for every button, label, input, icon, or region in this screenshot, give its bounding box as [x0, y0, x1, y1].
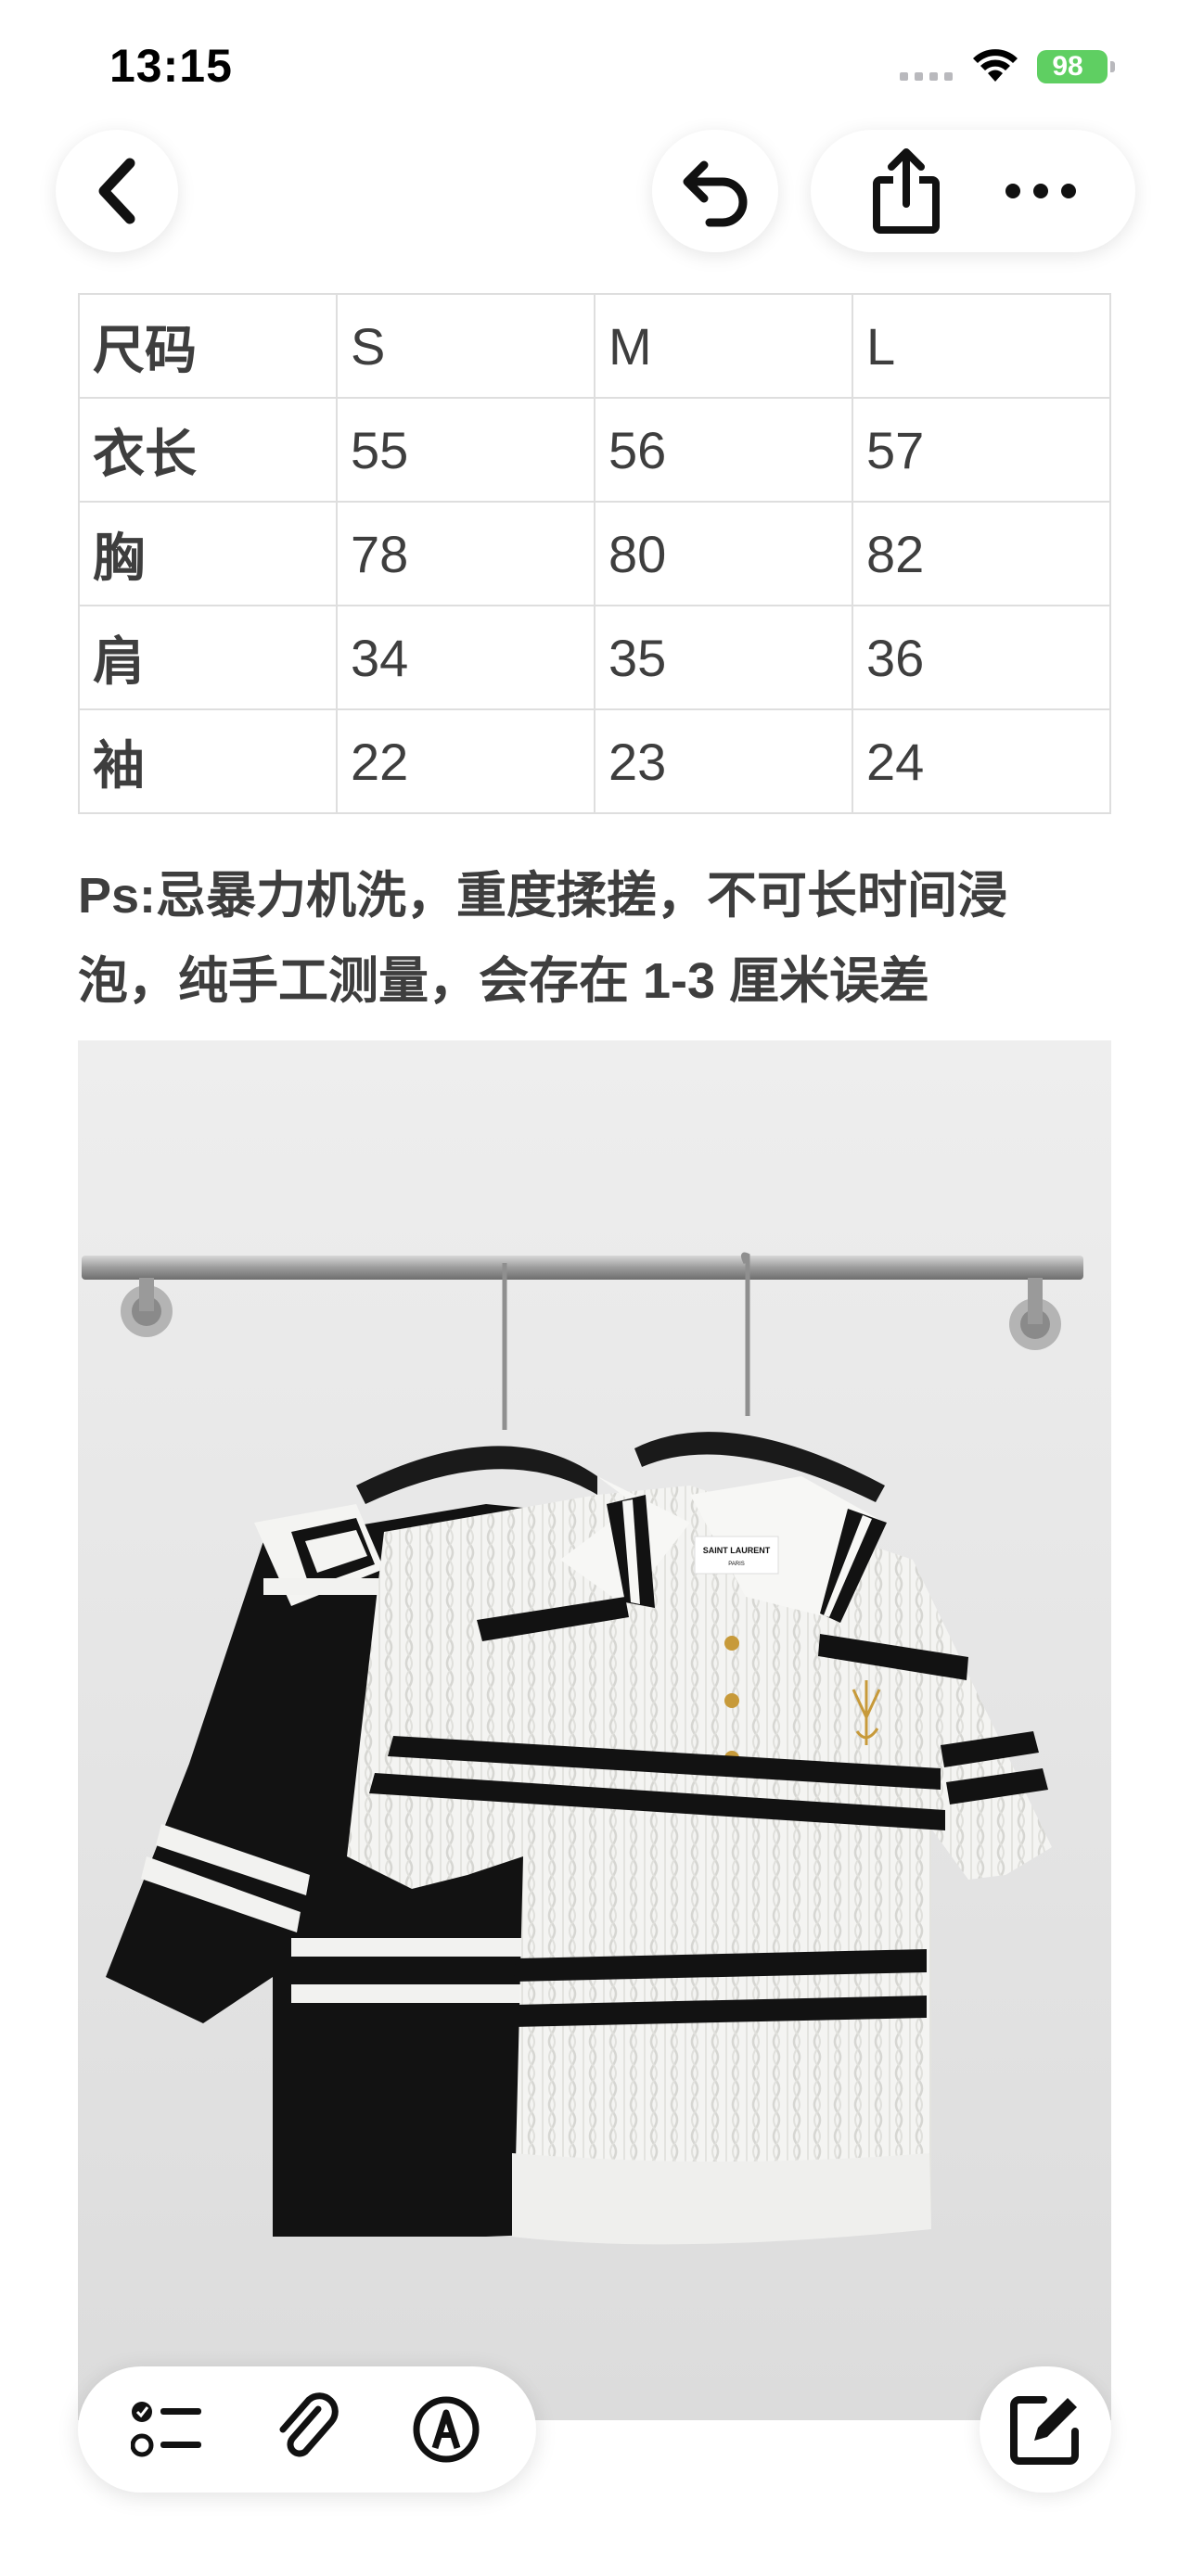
battery-level: 98	[1052, 51, 1083, 82]
care-note-line: 泡，纯手工测量，会存在 1-3 厘米误差	[78, 953, 930, 1009]
table-cell: S	[336, 293, 596, 399]
battery-icon: 98	[1037, 50, 1115, 83]
chevron-left-icon	[98, 158, 135, 224]
compose-icon	[1010, 2396, 1079, 2465]
table-row: 衣长 55 56 57	[78, 397, 1111, 503]
paperclip-icon	[279, 2392, 339, 2457]
table-row: 肩 34 35 36	[78, 605, 1111, 710]
table-cell: 56	[594, 397, 853, 503]
table-cell: 78	[336, 501, 596, 606]
table-cell: 22	[336, 708, 596, 814]
table-row: 胸 78 80 82	[78, 501, 1111, 606]
table-cell: 衣长	[78, 397, 338, 503]
more-icon	[1005, 184, 1076, 198]
bottom-toolbar	[78, 2366, 536, 2493]
status-time: 13:15	[109, 40, 233, 92]
table-cell: 55	[336, 397, 596, 503]
table-cell: 35	[594, 605, 853, 710]
table-cell: 36	[852, 605, 1111, 710]
checklist-button[interactable]	[126, 2388, 210, 2471]
table-cell: 24	[852, 708, 1111, 814]
share-button[interactable]	[864, 148, 948, 234]
table-cell: 胸	[78, 501, 338, 606]
back-button[interactable]	[56, 130, 178, 252]
markup-pen-icon	[413, 2396, 480, 2463]
top-navigation	[0, 130, 1191, 256]
compose-button[interactable]	[980, 2366, 1111, 2493]
table-row: 袖 22 23 24	[78, 708, 1111, 814]
attach-button[interactable]	[265, 2388, 349, 2471]
table-cell: 袖	[78, 708, 338, 814]
neck-label-brand: SAINT LAURENT	[703, 1546, 771, 1555]
wifi-icon	[973, 49, 1018, 82]
table-cell: M	[594, 293, 853, 399]
more-button[interactable]	[999, 149, 1082, 233]
table-row: 尺码 S M L	[78, 293, 1111, 399]
undo-button[interactable]	[652, 130, 778, 252]
table-cell: 80	[594, 501, 853, 606]
neck-label-city: PARIS	[728, 1562, 745, 1567]
table-cell: 34	[336, 605, 596, 710]
table-cell: 82	[852, 501, 1111, 606]
care-note: Ps:忌暴力机洗，重度揉搓，不可长时间浸 泡，纯手工测量，会存在 1-3 厘米误…	[78, 853, 1126, 1024]
polo-shirts-illustration: SAINT LAURENT PARIS	[78, 1040, 1111, 2420]
markup-button[interactable]	[404, 2388, 488, 2471]
table-cell: 尺码	[78, 293, 338, 399]
product-photo[interactable]: SAINT LAURENT PARIS	[78, 1040, 1111, 2420]
cellular-signal-icon	[900, 72, 953, 81]
table-cell: 肩	[78, 605, 338, 710]
share-icon	[872, 148, 940, 234]
table-cell: L	[852, 293, 1111, 399]
table-cell: 23	[594, 708, 853, 814]
checklist-icon	[131, 2402, 201, 2457]
table-cell: 57	[852, 397, 1111, 503]
care-note-line: Ps:忌暴力机洗，重度揉搓，不可长时间浸	[78, 868, 1008, 924]
undo-icon	[683, 160, 748, 227]
size-table: 尺码 S M L 衣长 55 56 57 胸 78 80 82 肩 34 35 …	[78, 293, 1111, 814]
actions-group	[811, 130, 1135, 252]
status-bar: 13:15 98	[0, 0, 1191, 139]
